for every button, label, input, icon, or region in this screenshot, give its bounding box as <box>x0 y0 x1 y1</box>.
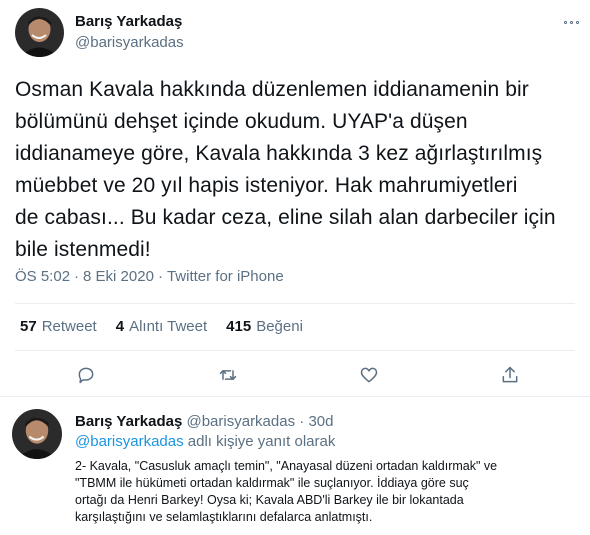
tweet-text-line: bile istenmedi! <box>15 238 151 261</box>
reply-author-name[interactable]: Barış Yarkadaş <box>75 413 182 430</box>
share-icon[interactable] <box>497 362 523 388</box>
reply-to-suffix: adlı kişiye yanıt olarak <box>183 433 336 450</box>
reply-to-link[interactable]: @barisyarkadas <box>75 433 184 450</box>
divider <box>15 303 575 304</box>
reply-text-line: karşılaştığını ve selamlaştıklarını defa… <box>75 510 373 524</box>
quotes-label: Alıntı Tweet <box>129 318 208 335</box>
reply-text: 2- Kavala, "Casusluk amaçlı temin", "Ana… <box>75 458 580 526</box>
reply-text-line: 2- Kavala, "Casusluk amaçlı temin", "Ana… <box>75 459 498 473</box>
retweets-label: Retweet <box>41 318 97 335</box>
heart-icon[interactable] <box>356 362 382 388</box>
tweet-text-line: iddianameye göre, Kavala hakkında 3 kez … <box>15 142 543 165</box>
reply-age[interactable]: 30d <box>308 413 333 430</box>
likes-label: Beğeni <box>256 318 303 335</box>
reply-author-handle[interactable]: @barisyarkadas <box>186 413 295 430</box>
reply-text-line: "TBMM ile hükümeti ortadan kaldırmak" il… <box>75 476 469 490</box>
tweet-text-line: Osman Kavala hakkında düzenlemen iddiana… <box>15 78 529 101</box>
tweet-time[interactable]: ÖS 5:02 <box>15 268 70 285</box>
tweet-meta: ÖS 5:02 · 8 Eki 2020 · Twitter for iPhon… <box>15 268 284 285</box>
avatar[interactable] <box>12 409 62 459</box>
quotes-count: 4 <box>115 318 125 335</box>
reply-to-line: @barisyarkadas adlı kişiye yanıt olarak <box>75 433 335 450</box>
retweets-count: 57 <box>20 318 37 335</box>
tweet-text-line: müebbet ve 20 yıl hapis isteniyor. Hak m… <box>15 174 518 197</box>
retweets-stat[interactable]: 57 Retweet <box>20 318 97 335</box>
tweet-text: Osman Kavala hakkında düzenlemen iddiana… <box>15 74 583 266</box>
retweet-icon[interactable] <box>215 362 241 388</box>
quotes-stat[interactable]: 4 Alıntı Tweet <box>116 318 207 335</box>
divider <box>15 350 575 351</box>
avatar[interactable] <box>15 8 64 57</box>
likes-stat[interactable]: 415 Beğeni <box>226 318 303 335</box>
tweet-stats: 57 Retweet 4 Alıntı Tweet 415 Beğeni <box>20 318 322 335</box>
tweet-date[interactable]: 8 Eki 2020 <box>83 268 154 285</box>
reply-separator: · <box>299 413 305 430</box>
reply-text-line: ortağı da Henri Barkey! Oysa ki; Kavala … <box>75 493 464 507</box>
tweet-actions <box>0 362 590 392</box>
reply-bubble-icon[interactable] <box>73 362 99 388</box>
meta-separator: · <box>157 268 163 285</box>
tweet-text-line: bölümünü dehşet içinde okudum. UYAP'a dü… <box>15 110 468 133</box>
more-dots-icon[interactable] <box>564 15 582 29</box>
meta-separator: · <box>74 268 80 285</box>
main-tweet: Barış Yarkadaş @barisyarkadas Osman Kava… <box>0 0 590 397</box>
tweet-source[interactable]: Twitter for iPhone <box>167 268 284 285</box>
tweet-text-line: de cabası... Bu kadar ceza, eline silah … <box>15 206 556 229</box>
likes-count: 415 <box>226 318 252 335</box>
author-handle[interactable]: @barisyarkadas <box>75 34 184 51</box>
reply-header: Barış Yarkadaş @barisyarkadas · 30d <box>75 413 333 430</box>
author-name[interactable]: Barış Yarkadaş <box>75 13 182 30</box>
